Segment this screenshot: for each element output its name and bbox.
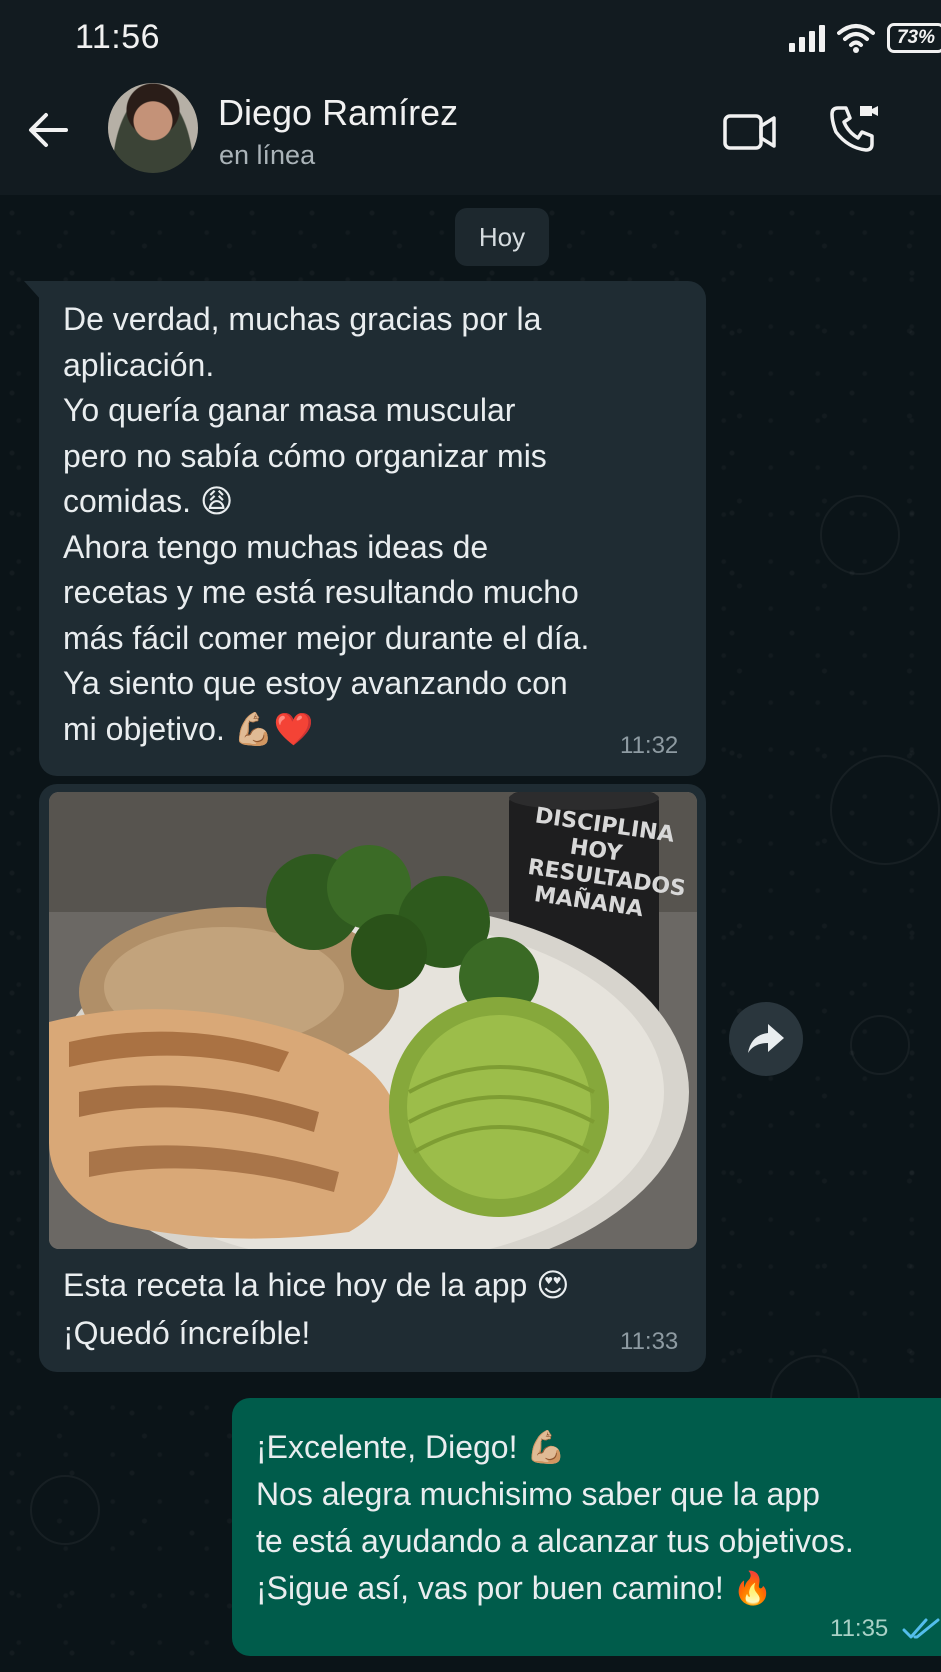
wallpaper-doodle — [830, 755, 940, 865]
wifi-icon — [837, 24, 875, 53]
message-line: ¡Excelente, Diego! 💪🏼 — [256, 1429, 567, 1465]
message-timestamp: 11:35 — [830, 1615, 889, 1642]
message-text: ¡Excelente, Diego! 💪🏼 Nos alegra muchisim… — [256, 1424, 854, 1612]
message-line: ¡Quedó íncreíble! — [63, 1315, 311, 1351]
wallpaper-doodle — [820, 495, 900, 575]
chat-header: 11:56 73% Diego Ramírez en línea — [0, 0, 941, 195]
message-line: ¡Sigue así, vas por buen camino! 🔥 — [256, 1570, 773, 1606]
date-separator: Hoy — [455, 208, 549, 266]
mug-text: DISCIPLINA HOY RESULTADOS MAÑANA — [522, 803, 687, 924]
message-line: comidas. 😩 — [63, 483, 234, 519]
contact-avatar[interactable] — [108, 83, 198, 173]
voice-call-icon[interactable] — [828, 102, 880, 154]
battery-indicator: 73% — [887, 23, 941, 53]
wallpaper-doodle — [30, 1475, 100, 1545]
status-time: 11:56 — [75, 18, 161, 56]
message-line: pero no sabía cómo organizar mis — [63, 437, 547, 474]
message-line: De verdad, muchas gracias por la — [63, 301, 542, 337]
message-line: Ya siento que estoy avanzando con — [63, 665, 568, 701]
message-line: Ahora tengo muchas ideas de — [63, 528, 489, 565]
message-line: mi objetivo. 💪🏼❤️ — [63, 710, 314, 747]
message-line: aplicación. — [63, 346, 215, 383]
forward-button[interactable] — [729, 1002, 803, 1076]
video-call-icon[interactable] — [722, 104, 778, 160]
message-timestamp: 11:33 — [620, 1328, 679, 1355]
message-caption: Esta receta la hice hoy de la app 😍 ¡Qued… — [63, 1261, 570, 1357]
message-line: te está ayudando a alcanzar tus objetivo… — [256, 1523, 854, 1559]
contact-name[interactable]: Diego Ramírez — [218, 92, 458, 134]
read-ticks-icon — [902, 1618, 940, 1639]
back-arrow-icon[interactable] — [26, 108, 70, 152]
message-timestamp: 11:32 — [620, 732, 679, 759]
message-line: recetas y me está resultando mucho — [63, 574, 579, 610]
status-icons: 73% — [789, 20, 941, 56]
wallpaper-doodle — [850, 1015, 910, 1075]
message-line: más fácil comer mejor durante el día. — [63, 619, 590, 656]
signal-icon — [789, 24, 825, 52]
food-photo[interactable]: DISCIPLINA HOY RESULTADOS MAÑANA — [49, 792, 697, 1249]
message-text: De verdad, muchas gracias por la aplicaci… — [63, 297, 589, 752]
forward-icon — [748, 1024, 784, 1053]
message-line: Esta receta la hice hoy de la app 😍 — [63, 1267, 570, 1303]
contact-status: en línea — [219, 140, 316, 170]
message-line: Nos alegra muchisimo saber que la app — [256, 1476, 820, 1512]
message-line: Yo quería ganar masa muscular — [63, 392, 516, 428]
